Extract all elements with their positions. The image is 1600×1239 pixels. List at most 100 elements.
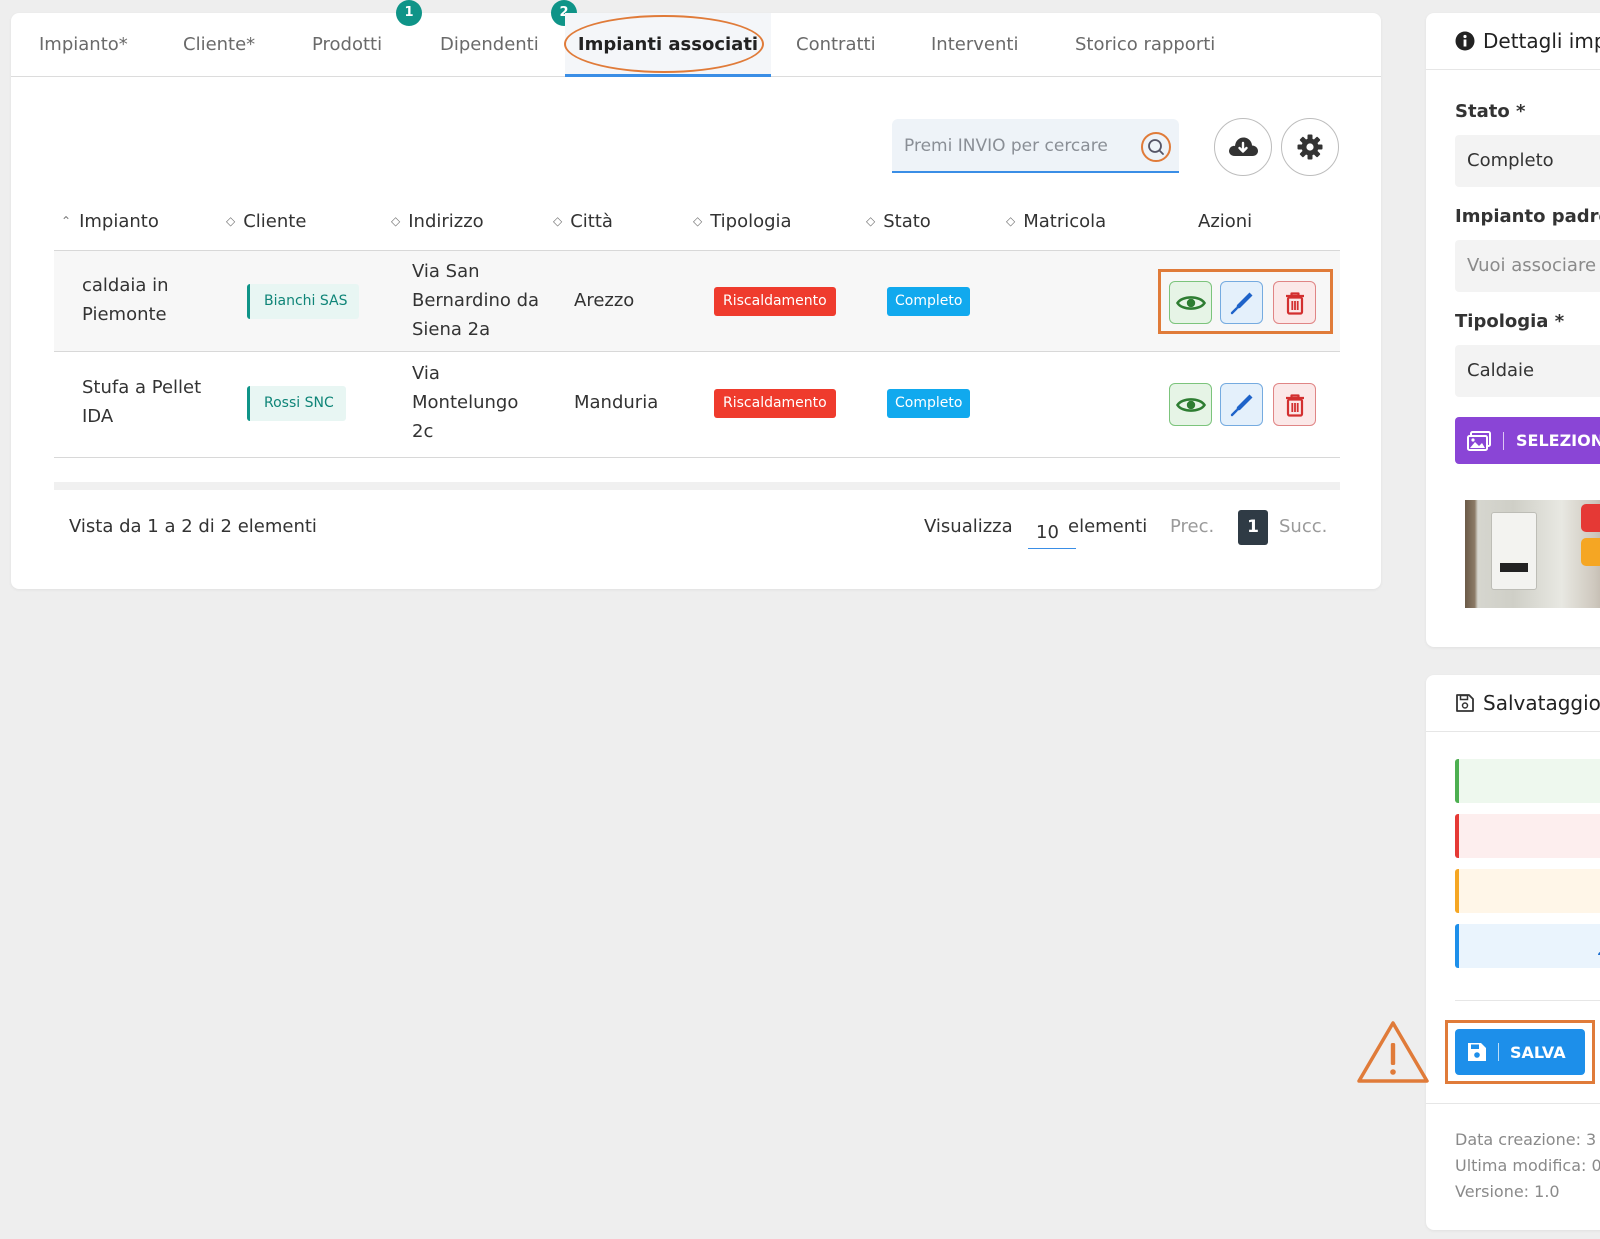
delete-button[interactable] [1273, 281, 1316, 324]
details-header: Dettagli imp [1455, 29, 1600, 53]
citta-cell: Manduria [574, 392, 659, 413]
sort-icon: ◇ [226, 214, 236, 228]
assign-user-strip[interactable] [1455, 924, 1600, 968]
info-icon [1455, 31, 1475, 51]
search-icon[interactable] [1141, 132, 1171, 162]
save-button[interactable]: SALVA [1455, 1029, 1585, 1075]
delete-strip[interactable] [1455, 814, 1600, 858]
tab-label: Prodotti [312, 34, 383, 55]
tab-prodotti[interactable]: Prodotti [312, 13, 382, 77]
column-header-tipologia[interactable]: ◇ Tipologia [693, 211, 792, 232]
delete-button[interactable] [1273, 383, 1316, 426]
next-page-button[interactable]: Succ. [1279, 516, 1327, 537]
divider [1426, 1103, 1600, 1104]
tab-impianto[interactable]: Impianto* [39, 13, 128, 77]
tab-label: Contratti [796, 34, 876, 55]
sort-asc-icon: ⌃ [61, 214, 72, 228]
tab-label: Impianto* [39, 34, 128, 55]
sort-icon: ◇ [866, 214, 876, 228]
column-label: Cliente [243, 211, 307, 232]
edit-image-icon[interactable] [1581, 538, 1600, 566]
stato-label: Stato * [1455, 101, 1526, 122]
save-header: Salvataggio [1455, 691, 1600, 715]
plant-details-card: Dettagli imp Stato * Completo Impianto p… [1426, 13, 1600, 647]
floppy-disk-icon [1456, 694, 1474, 712]
tab-label: Interventi [931, 34, 1019, 55]
eye-icon [1175, 295, 1206, 310]
tipologia-badge: Riscaldamento [714, 389, 836, 418]
impianto-cell[interactable]: Stufa a Pellet IDA [82, 373, 202, 431]
column-label: Stato [883, 211, 931, 232]
impianto-padre-label: Impianto padre [1455, 206, 1600, 227]
divider [1455, 1000, 1600, 1001]
tab-interventi[interactable]: Interventi [931, 13, 1018, 77]
cloud-download-icon [1229, 137, 1258, 156]
column-header-matricola[interactable]: ◇ Matricola [1006, 211, 1106, 232]
search-input[interactable] [904, 131, 1134, 161]
tipologia-select[interactable]: Caldaie [1455, 345, 1600, 397]
gear-icon [1297, 134, 1323, 160]
sort-icon: ◇ [553, 214, 563, 228]
sort-icon: ◇ [1006, 214, 1016, 228]
column-header-cliente[interactable]: ◇ Cliente [226, 211, 306, 232]
associated-plants-card: Impianto* Cliente* Prodotti 1 Dipendenti… [11, 0, 1381, 589]
trash-icon [1285, 393, 1304, 417]
view-button[interactable] [1169, 281, 1212, 324]
tab-label: Dipendenti [440, 34, 539, 55]
tab-prodotti-badge: 1 [396, 0, 422, 26]
items-label: elementi [1068, 516, 1148, 537]
tab-dipendenti[interactable]: Dipendenti [440, 13, 539, 77]
impianto-cell[interactable]: caldaia in Piemonte [82, 271, 202, 329]
remove-image-icon[interactable] [1581, 504, 1600, 532]
indirizzo-cell: Via San Bernardino da Siena 2a [412, 261, 540, 340]
tab-contratti[interactable]: Contratti [796, 13, 876, 77]
floppy-disk-icon [1468, 1043, 1486, 1061]
citta-cell: Arezzo [574, 290, 635, 311]
indirizzo-cell: Via Montelungo 2c [412, 363, 519, 442]
table-scroll-track[interactable] [54, 482, 1340, 490]
stato-select[interactable]: Completo [1455, 135, 1600, 187]
settings-button[interactable] [1281, 118, 1339, 176]
status-badge: Completo [887, 389, 971, 418]
page-1-button[interactable]: 1 [1238, 510, 1268, 545]
visibility-strip[interactable] [1455, 759, 1600, 803]
tipologia-label: Tipologia * [1455, 311, 1565, 332]
column-header-impianto[interactable]: ⌃ Impianto [61, 211, 159, 232]
save-card: Salvataggio SALVA Data creazione: 3 Ulti… [1426, 675, 1600, 1230]
tab-cliente[interactable]: Cliente* [183, 13, 255, 77]
last-modified: Ultima modifica: 0 [1455, 1156, 1600, 1175]
images-icon [1467, 430, 1491, 451]
view-button[interactable] [1169, 383, 1212, 426]
divider [54, 351, 1340, 352]
divider [1426, 69, 1600, 70]
status-badge: Completo [887, 287, 971, 316]
column-header-indirizzo[interactable]: ◇ Indirizzo [391, 211, 484, 232]
tab-impianti-associati[interactable]: Impianti associati [565, 13, 771, 77]
tab-storico-rapporti[interactable]: Storico rapporti [1075, 13, 1215, 77]
history-strip[interactable] [1455, 869, 1600, 913]
client-tag[interactable]: Bianchi SAS [247, 284, 360, 319]
save-title: Salvataggio [1483, 691, 1600, 715]
client-tag[interactable]: Rossi SNC [247, 386, 346, 421]
sort-icon: ◇ [391, 214, 401, 228]
page-size-label: Visualizza [924, 516, 1013, 537]
tipologia-badge: Riscaldamento [714, 287, 836, 316]
sort-icon: ◇ [693, 214, 703, 228]
column-header-azioni: Azioni [1198, 211, 1252, 232]
edit-button[interactable] [1220, 281, 1263, 324]
edit-button[interactable] [1220, 383, 1263, 426]
impianto-padre-select[interactable]: Vuoi associare [1455, 240, 1600, 292]
pagination-summary: Vista da 1 a 2 di 2 elementi [69, 516, 317, 537]
details-title: Dettagli imp [1483, 29, 1600, 53]
cloud-download-button[interactable] [1214, 118, 1272, 176]
divider [54, 457, 1340, 458]
select-image-button[interactable]: SELEZIONA [1455, 417, 1600, 464]
prev-page-button[interactable]: Prec. [1170, 516, 1214, 537]
column-label: Impianto [79, 211, 159, 232]
column-label: Matricola [1023, 211, 1107, 232]
plant-image-thumbnail[interactable] [1465, 500, 1600, 608]
column-header-stato[interactable]: ◇ Stato [866, 211, 931, 232]
column-header-citta[interactable]: ◇ Città [553, 211, 613, 232]
tab-label: Impianti associati [577, 34, 759, 55]
warning-icon [1357, 1021, 1429, 1083]
